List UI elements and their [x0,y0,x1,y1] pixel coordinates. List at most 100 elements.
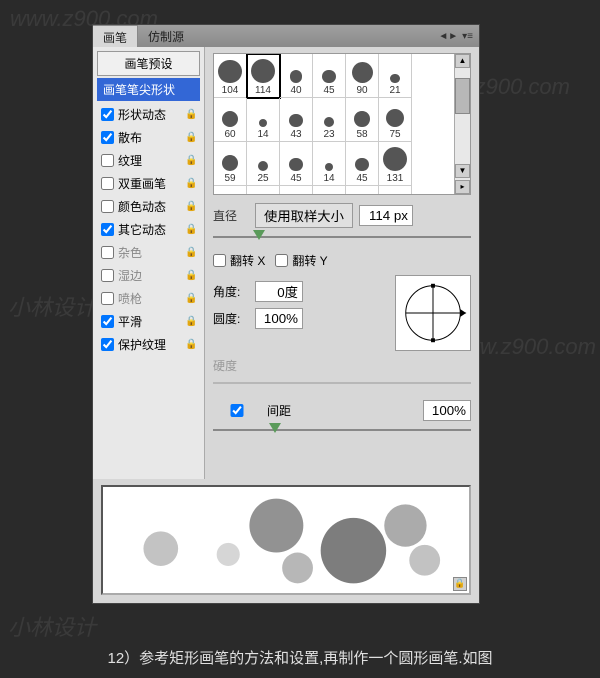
option-label: 纹理 [118,152,142,169]
flip-y-checkbox[interactable] [275,254,288,267]
lock-icon: 🔒 [185,339,196,350]
brush-scrollbar[interactable]: ▲ ▼ ▸ [454,54,470,194]
option-checkbox[interactable] [101,315,114,328]
brush-thumbnail[interactable]: 40 [280,54,313,98]
roundness-input[interactable] [255,308,303,329]
brush-menu-icon[interactable]: ▸ [455,180,470,194]
watermark: 小林设计 [8,610,96,642]
panel-menu-icon[interactable]: ▾≡ [462,31,473,42]
brush-presets-button[interactable]: 画笔预设 [97,51,200,76]
brush-thumbnail[interactable]: 60 [214,98,247,142]
hardness-label: 硬度 [213,357,249,374]
sidebar-option-6[interactable]: 杂色 🔒 [97,241,200,264]
option-label: 喷枪 [118,290,142,307]
brush-thumbnail[interactable]: 59 [214,142,247,186]
brush-size-label: 43 [290,129,301,140]
angle-input[interactable] [255,281,303,302]
brush-thumbnail[interactable]: 43 [280,98,313,142]
lock-icon: 🔒 [185,270,196,281]
option-checkbox[interactable] [101,269,114,282]
diameter-input[interactable] [359,205,413,226]
option-checkbox[interactable] [101,131,114,144]
brush-thumbnail[interactable]: 21 [379,54,412,98]
brush-thumbnail[interactable]: 104 [214,54,247,98]
brush-size-label: 25 [257,173,268,184]
brush-thumbnail[interactable]: 75 [379,98,412,142]
brush-thumbnail[interactable]: 14 [313,142,346,186]
flip-x-checkbox[interactable] [213,254,226,267]
sidebar-option-0[interactable]: 形状动态🔒 [97,103,200,126]
brush-thumbnail[interactable]: 58 [346,98,379,142]
brush-size-label: 114 [255,85,271,96]
spacing-input[interactable] [423,400,471,421]
option-label: 散布 [118,129,142,146]
brush-thumbnail[interactable] [346,186,379,195]
brush-thumbnail[interactable]: 23 [313,98,346,142]
brush-tip-shape-button[interactable]: 画笔笔尖形状 [97,78,200,101]
option-checkbox[interactable] [101,177,114,190]
watermark: 小林设计 [8,290,96,322]
scroll-thumb[interactable] [455,78,470,114]
spacing-slider[interactable] [213,423,471,437]
brush-size-label: 58 [356,129,367,140]
brush-size-label: 14 [323,173,334,184]
brush-thumbnail[interactable]: 45 [280,142,313,186]
scroll-up-icon[interactable]: ▲ [455,54,470,68]
option-checkbox[interactable] [101,200,114,213]
tab-brush[interactable]: 画笔 [93,25,138,47]
spacing-checkbox[interactable] [213,404,261,417]
brush-size-label: 90 [356,85,367,96]
brush-thumbnail[interactable]: 131 [379,142,412,186]
sidebar-option-1[interactable]: 散布🔒 [97,126,200,149]
sidebar-option-5[interactable]: 其它动态🔒 [97,218,200,241]
brush-size-label: 23 [323,129,334,140]
option-checkbox[interactable] [101,338,114,351]
brush-size-label: 60 [224,129,235,140]
lock-icon: 🔒 [185,155,196,166]
sidebar-option-10[interactable]: 保护纹理🔒 [97,333,200,356]
brush-thumbnail[interactable]: 45 [313,54,346,98]
hardness-slider [213,376,471,390]
brush-thumbnail[interactable]: 14 [247,98,280,142]
lock-icon: 🔒 [185,201,196,212]
sidebar-option-9[interactable]: 平滑🔒 [97,310,200,333]
angle-control[interactable] [395,275,471,351]
flip-x-label: 翻转 X [230,252,265,269]
brush-thumbnail[interactable]: 114 [247,54,280,98]
option-label: 颜色动态 [118,198,166,215]
diameter-slider[interactable] [213,230,471,244]
sidebar-option-3[interactable]: 双重画笔🔒 [97,172,200,195]
sidebar-option-7[interactable]: 湿边 🔒 [97,264,200,287]
sidebar-option-2[interactable]: 纹理 🔒 [97,149,200,172]
option-checkbox[interactable] [101,108,114,121]
use-sample-size-button[interactable]: 使用取样大小 [255,203,353,228]
option-checkbox[interactable] [101,292,114,305]
brush-main: 1041144045902160144323587559254514451312… [205,47,479,479]
spacing-label: 间距 [267,402,291,419]
preview-lock-icon[interactable]: 🔒 [453,577,467,591]
brush-thumbnail[interactable] [313,186,346,195]
brush-size-label: 75 [389,129,400,140]
option-checkbox[interactable] [101,246,114,259]
brush-thumbnail[interactable]: 25 [247,142,280,186]
panel-collapse-icon[interactable]: ◄► [438,31,458,42]
lock-icon: 🔒 [185,247,196,258]
brush-thumbnail[interactable] [280,186,313,195]
brush-thumbnail[interactable]: 45 [346,142,379,186]
brush-sidebar: 画笔预设 画笔笔尖形状 形状动态🔒散布🔒纹理🔒双重画笔🔒颜色动态🔒其它动态🔒杂色… [93,47,205,479]
sidebar-option-8[interactable]: 喷枪🔒 [97,287,200,310]
brush-size-label: 131 [387,173,404,184]
sidebar-option-4[interactable]: 颜色动态 🔒 [97,195,200,218]
lock-icon: 🔒 [185,316,196,327]
brush-thumbnail[interactable] [379,186,412,195]
option-label: 杂色 [118,244,142,261]
tab-clone-source[interactable]: 仿制源 [138,25,194,47]
option-label: 湿边 [118,267,142,284]
brush-thumbnail[interactable] [247,186,280,195]
brush-panel: 画笔 仿制源 ◄► ▾≡ 画笔预设 画笔笔尖形状 形状动态🔒散布🔒纹理🔒双重画笔… [92,24,480,604]
scroll-down-icon[interactable]: ▼ [455,164,470,178]
option-checkbox[interactable] [101,154,114,167]
option-checkbox[interactable] [101,223,114,236]
brush-thumbnail[interactable]: 20 [214,186,247,195]
brush-thumbnail[interactable]: 90 [346,54,379,98]
